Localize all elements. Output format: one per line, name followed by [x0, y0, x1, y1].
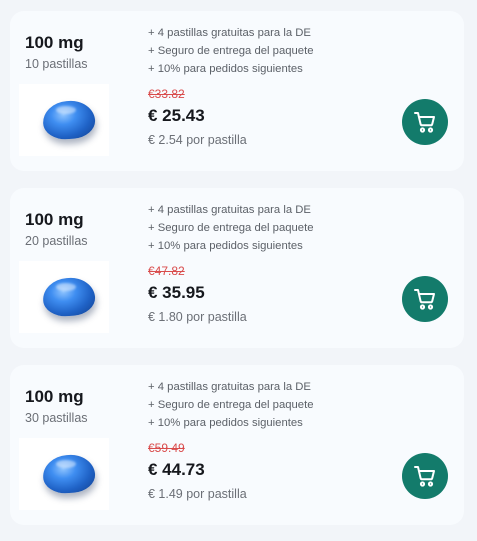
benefit-item: + Seguro de entrega del paquete — [148, 399, 314, 411]
benefits-list: + 4 pastillas gratuitas para la DE + Seg… — [148, 201, 314, 255]
unit-price: € 2.54 por pastilla — [148, 133, 247, 147]
product-count: 30 pastillas — [25, 411, 88, 425]
benefit-item: + 4 pastillas gratuitas para la DE — [148, 204, 311, 216]
cart-icon — [414, 112, 435, 133]
product-dose: 100 mg — [25, 33, 84, 52]
add-to-cart-button[interactable] — [402, 99, 448, 145]
product-dose: 100 mg — [25, 210, 84, 229]
old-price: €33.82 — [148, 87, 185, 101]
product-image — [19, 261, 109, 333]
product-image — [19, 438, 109, 510]
price: € 44.73 — [148, 460, 205, 479]
benefit-item: + 4 pastillas gratuitas para la DE — [148, 27, 311, 39]
product-card: 100 mg 30 pastillas + 4 pastillas gratui… — [10, 365, 464, 525]
unit-price: € 1.49 por pastilla — [148, 487, 247, 501]
benefit-item: + 10% para pedidos siguientes — [148, 417, 303, 429]
price: € 25.43 — [148, 106, 205, 125]
benefits-list: + 4 pastillas gratuitas para la DE + Seg… — [148, 24, 314, 78]
add-to-cart-button[interactable] — [402, 453, 448, 499]
product-card: 100 mg 10 pastillas + 4 pastillas gratui… — [10, 11, 464, 171]
price: € 35.95 — [148, 283, 205, 302]
product-count: 10 pastillas — [25, 57, 88, 71]
product-count: 20 pastillas — [25, 234, 88, 248]
product-dose: 100 mg — [25, 387, 84, 406]
product-image — [19, 84, 109, 156]
benefit-item: + 4 pastillas gratuitas para la DE — [148, 381, 311, 393]
benefit-item: + Seguro de entrega del paquete — [148, 45, 314, 57]
unit-price: € 1.80 por pastilla — [148, 310, 247, 324]
old-price: €59.49 — [148, 441, 185, 455]
product-card: 100 mg 20 pastillas + 4 pastillas gratui… — [10, 188, 464, 348]
cart-icon — [414, 466, 435, 487]
add-to-cart-button[interactable] — [402, 276, 448, 322]
old-price: €47.82 — [148, 264, 185, 278]
benefit-item: + Seguro de entrega del paquete — [148, 222, 314, 234]
benefit-item: + 10% para pedidos siguientes — [148, 63, 303, 75]
benefit-item: + 10% para pedidos siguientes — [148, 240, 303, 252]
benefits-list: + 4 pastillas gratuitas para la DE + Seg… — [148, 378, 314, 432]
cart-icon — [414, 289, 435, 310]
